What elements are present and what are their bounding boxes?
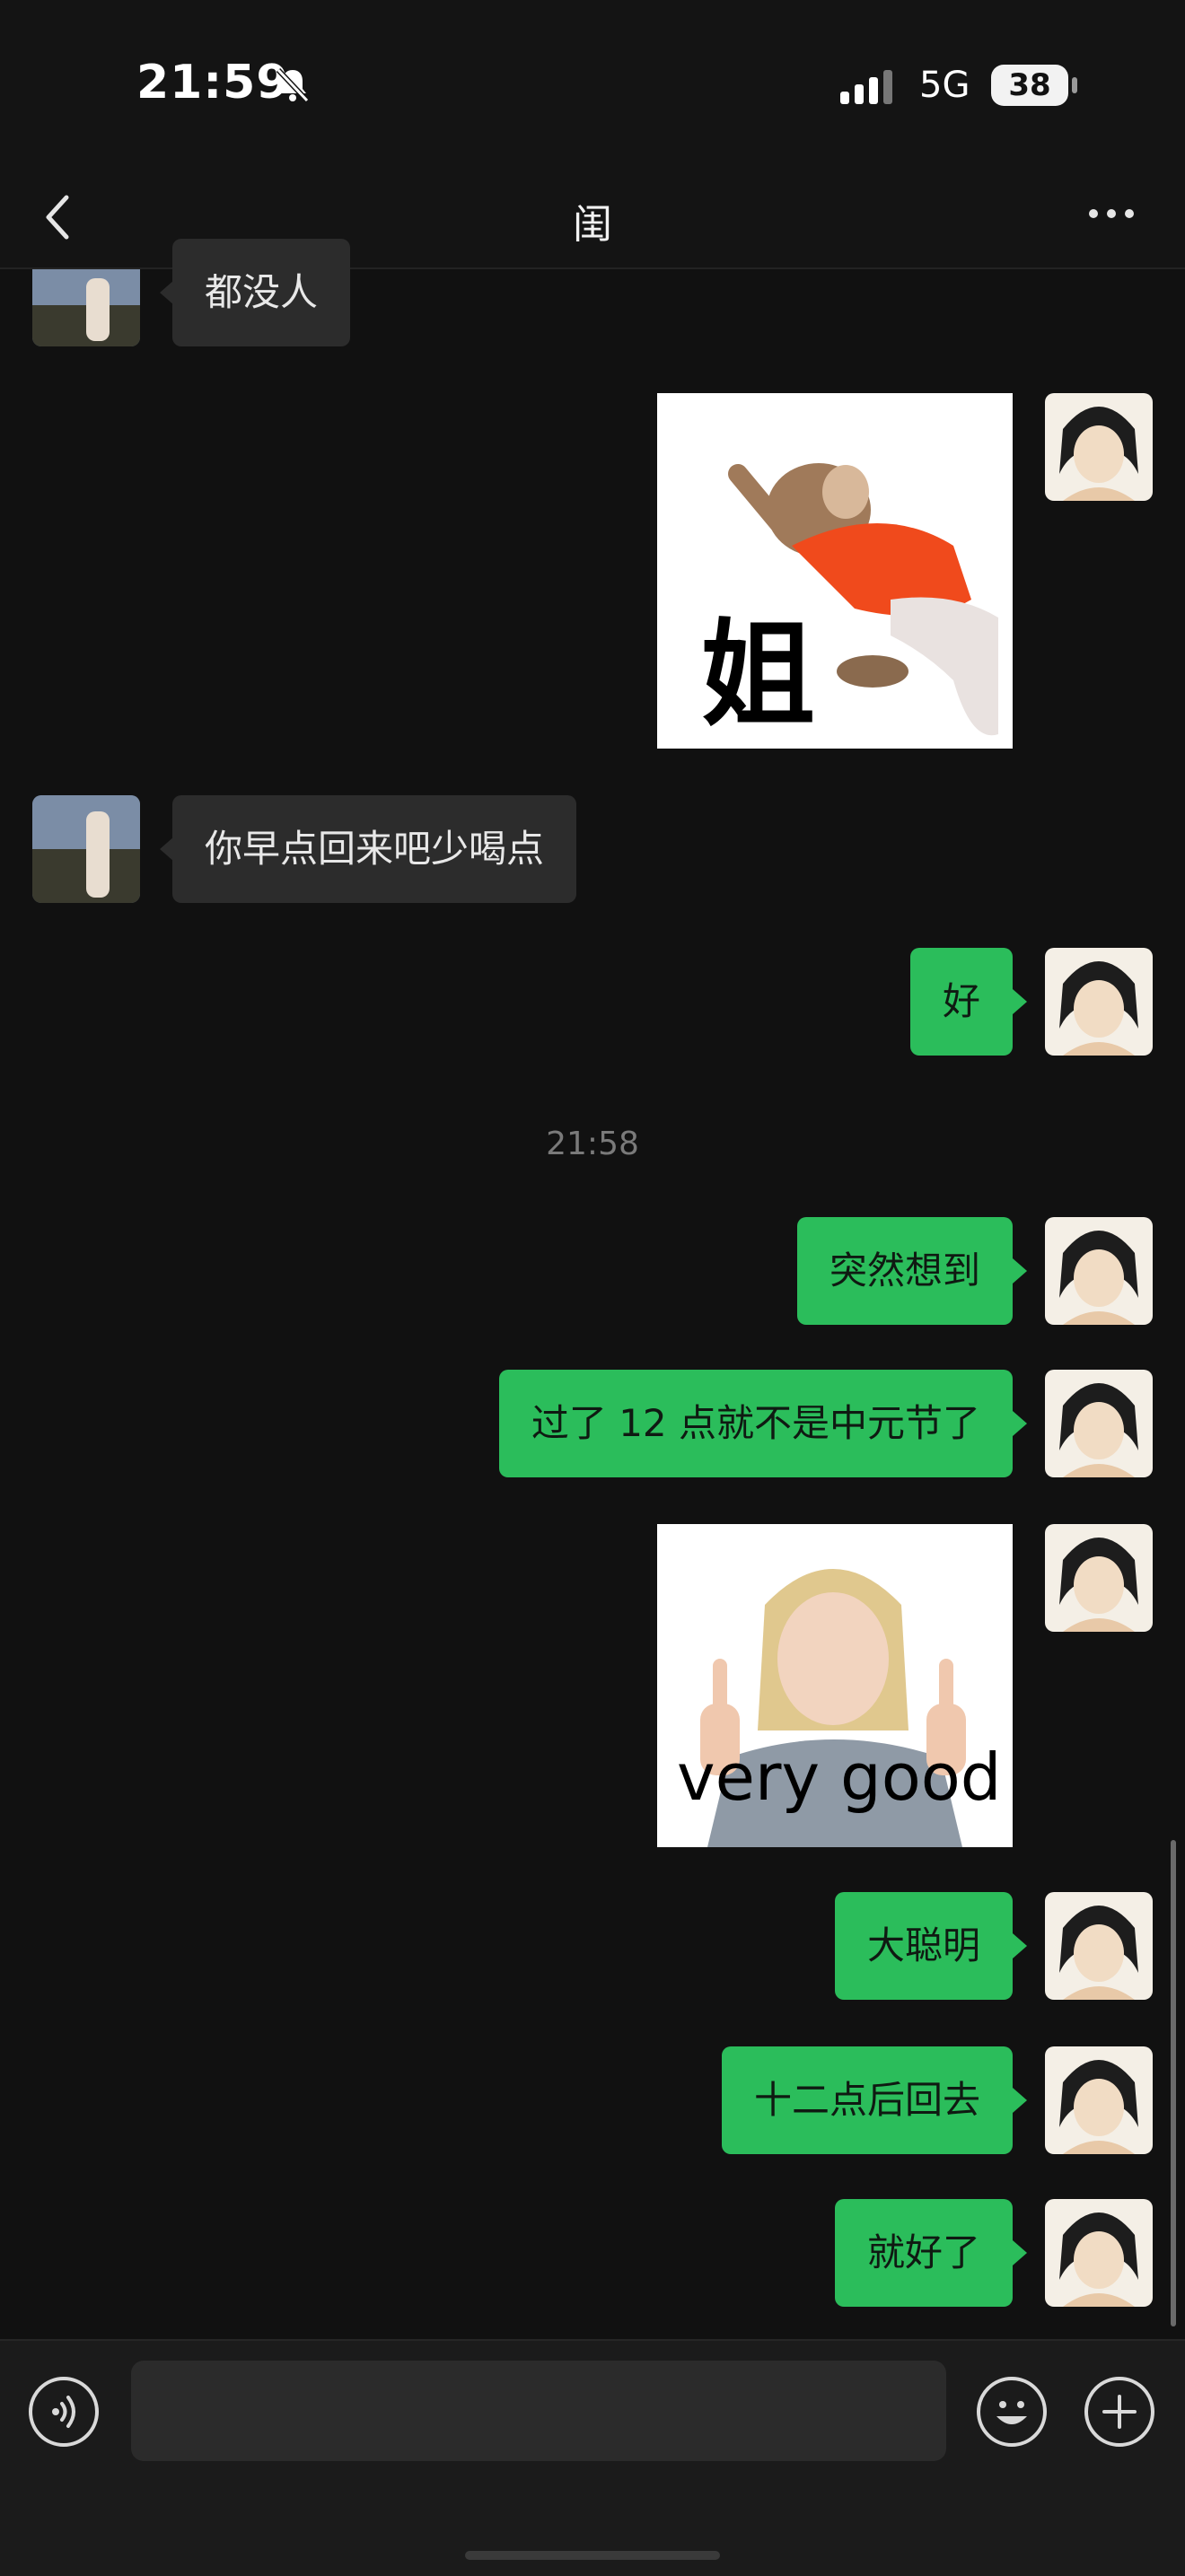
message-bubble-incoming[interactable]: 都没人: [172, 239, 351, 346]
network-type: 5G: [919, 65, 970, 106]
sticker-very-good[interactable]: very good: [657, 1524, 1013, 1847]
my-avatar[interactable]: [1045, 1370, 1153, 1477]
home-indicator: [465, 2551, 720, 2560]
my-avatar[interactable]: [1045, 948, 1153, 1056]
voice-input-button[interactable]: [29, 2377, 99, 2447]
contact-avatar[interactable]: [32, 795, 140, 903]
scrollbar[interactable]: [1171, 1840, 1176, 2326]
plus-icon: [1102, 2395, 1137, 2429]
more-options-icon[interactable]: [1086, 205, 1137, 223]
bubble-tail: [160, 837, 174, 862]
battery-indicator: 38: [991, 65, 1068, 106]
signal-icon: [840, 70, 892, 104]
bubble-tail: [1013, 2240, 1027, 2265]
bubble-tail: [1013, 1258, 1027, 1284]
message-bubble-outgoing[interactable]: 突然想到: [796, 1217, 1013, 1325]
my-avatar[interactable]: [1045, 2199, 1153, 2307]
message-timestamp: 21:58: [546, 1126, 639, 1162]
emoji-button[interactable]: [977, 2377, 1047, 2447]
my-avatar[interactable]: [1045, 393, 1153, 501]
sticker-caption: very good: [677, 1739, 1002, 1815]
message-bubble-outgoing[interactable]: 好: [909, 948, 1013, 1056]
message-bubble-outgoing[interactable]: 就好了: [834, 2199, 1013, 2307]
message-input[interactable]: [131, 2361, 946, 2461]
my-avatar[interactable]: [1045, 1524, 1153, 1632]
sticker-monkey[interactable]: 姐: [657, 393, 1013, 749]
bubble-tail: [1013, 2088, 1027, 2113]
status-bar: 21:59 5G 38: [0, 0, 1185, 171]
my-avatar[interactable]: [1045, 1217, 1153, 1325]
message-bubble-outgoing[interactable]: 十二点后回去: [721, 2046, 1013, 2154]
bubble-tail: [1013, 1933, 1027, 1958]
voice-icon: [52, 2396, 75, 2428]
status-time: 21:59: [136, 56, 290, 110]
sticker-caption: 姐: [700, 609, 816, 742]
input-bar: [0, 2339, 1185, 2576]
battery-nub: [1072, 77, 1077, 93]
contact-avatar[interactable]: [32, 269, 140, 346]
bubble-tail: [1013, 989, 1027, 1014]
my-avatar[interactable]: [1045, 2046, 1153, 2154]
my-avatar[interactable]: [1045, 1892, 1153, 2000]
bubble-tail: [160, 280, 174, 305]
message-bubble-outgoing[interactable]: 大聪明: [834, 1892, 1013, 2000]
mute-bell-icon: [276, 67, 310, 103]
message-bubble-outgoing[interactable]: 过了 12 点就不是中元节了: [498, 1370, 1013, 1477]
smiley-icon: [996, 2401, 1027, 2424]
bubble-tail: [1013, 1411, 1027, 1436]
message-bubble-incoming[interactable]: 你早点回来吧少喝点: [172, 795, 577, 903]
add-attachment-button[interactable]: [1084, 2377, 1154, 2447]
